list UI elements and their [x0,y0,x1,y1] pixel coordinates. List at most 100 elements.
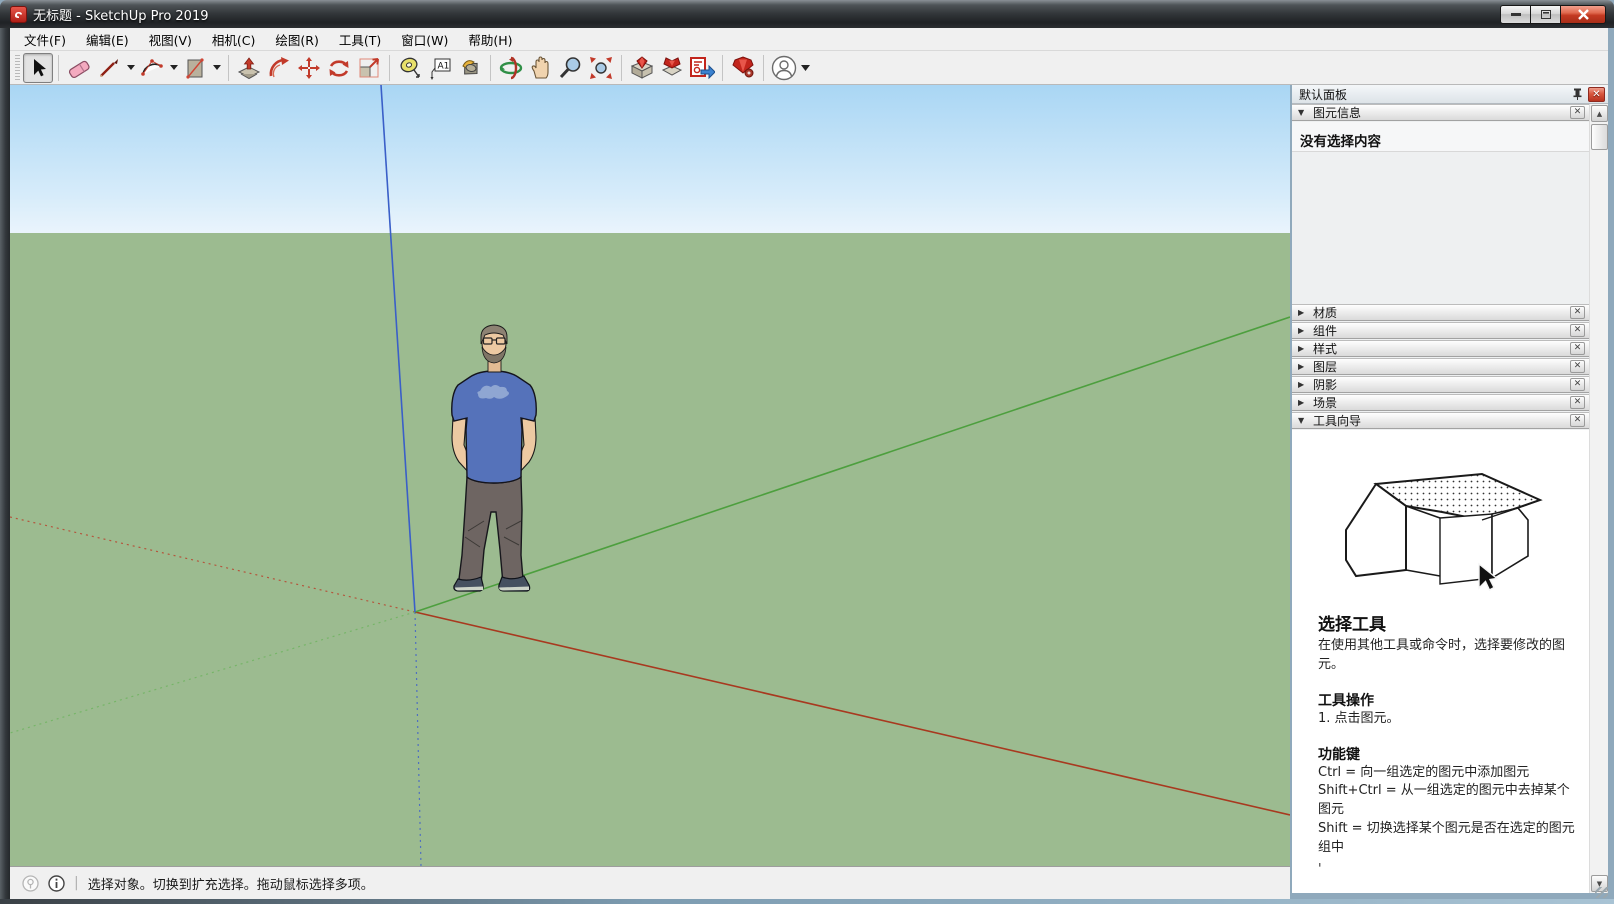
panel-scrollbar[interactable]: ▲ ▼ [1589,104,1608,893]
paint-bucket-tool-button[interactable] [455,53,485,83]
maximize-button[interactable] [1530,5,1560,24]
section-close-button[interactable]: ✕ [1570,306,1585,319]
text-icon: A1 [428,56,452,80]
account-button[interactable] [769,53,799,83]
tray-close-button[interactable]: ✕ [1588,87,1605,102]
tray-title: 默认面板 [1299,86,1569,103]
select-arrow-icon [28,58,48,78]
info-icon[interactable] [48,875,65,892]
arc-tool-button[interactable] [137,53,167,83]
toolbar-separator [722,55,723,81]
instructor-key-line: Shift = 切换选择某个图元是否在选定的图元组中 [1318,820,1577,858]
rectangle-tool-button[interactable] [180,53,210,83]
account-dropdown[interactable] [799,53,812,83]
section-close-button[interactable]: ✕ [1570,414,1585,427]
instructor-illustration [1332,456,1550,596]
section-entity-info[interactable]: ▼ 图元信息 ✕ [1292,104,1589,121]
move-icon [297,56,321,80]
menu-window[interactable]: 窗口(W) [391,27,458,52]
section-close-button[interactable]: ✕ [1570,342,1585,355]
section-close-button[interactable]: ✕ [1570,396,1585,409]
close-button[interactable] [1560,5,1606,24]
section-layers[interactable]: ▶ 图层 ✕ [1292,358,1589,375]
section-styles[interactable]: ▶ 样式 ✕ [1292,340,1589,357]
chevron-down-icon [170,65,178,70]
menu-edit[interactable]: 编辑(E) [76,27,139,52]
scroll-thumb[interactable] [1591,124,1608,150]
menu-file[interactable]: 文件(F) [14,27,76,52]
get-models-icon [660,56,684,80]
resize-grip[interactable] [1595,887,1608,898]
instructor-operations-heading: 工具操作 [1318,690,1577,710]
move-tool-button[interactable] [294,53,324,83]
instructor-text: 选择工具 在使用其他工具或命令时，选择要修改的图元。 工具操作 1. 点击图元。… [1292,596,1589,877]
maximize-icon [1541,10,1551,19]
arc-tool-dropdown[interactable] [167,53,180,83]
push-pull-tool-button[interactable] [234,53,264,83]
3d-warehouse-icon [630,56,654,80]
toolbar-separator [58,55,59,81]
3d-warehouse-button[interactable] [627,53,657,83]
expand-arrow-icon: ▶ [1298,380,1307,389]
instructor-operation-step: 1. 点击图元。 [1318,710,1577,729]
send-to-layout-button[interactable] [687,53,717,83]
scale-icon [357,56,381,80]
scale-tool-button[interactable] [354,53,384,83]
pencil-icon [98,57,120,79]
expand-arrow-icon: ▶ [1298,344,1307,353]
get-models-button[interactable] [657,53,687,83]
account-icon [771,55,797,81]
section-shadows[interactable]: ▶ 阴影 ✕ [1292,376,1589,393]
entity-info-empty-area [1292,152,1589,304]
extension-warehouse-button[interactable] [728,53,758,83]
section-close-button[interactable]: ✕ [1570,360,1585,373]
rotate-icon [327,56,351,80]
status-bar: | 选择对象。切换到扩充选择。拖动鼠标选择多项。 [10,866,1290,899]
menu-view[interactable]: 视图(V) [139,27,202,52]
menu-camera[interactable]: 相机(C) [202,27,265,52]
section-components[interactable]: ▶ 组件 ✕ [1292,322,1589,339]
follow-me-icon [267,56,291,80]
rectangle-tool-dropdown[interactable] [210,53,223,83]
select-tool-button[interactable] [23,53,53,83]
eraser-tool-button[interactable] [64,53,94,83]
section-close-button[interactable]: ✕ [1570,378,1585,391]
menu-draw[interactable]: 绘图(R) [265,27,328,52]
text-tool-button[interactable]: A1 [425,53,455,83]
toolbar-separator [490,55,491,81]
section-scenes[interactable]: ▶ 场景 ✕ [1292,394,1589,411]
tray-title-bar[interactable]: 默认面板 ✕ [1292,85,1608,104]
tray-body: ▼ 图元信息 ✕ 没有选择内容 ▶ 材质 ✕ ▶ 组件 ✕ ▶ 样式 ✕ [1292,104,1589,893]
menu-tools[interactable]: 工具(T) [329,27,391,52]
chevron-down-icon [127,65,135,70]
follow-me-tool-button[interactable] [264,53,294,83]
section-close-button[interactable]: ✕ [1570,106,1585,119]
scroll-up-button[interactable]: ▲ [1591,105,1608,122]
toolbar-separator [228,55,229,81]
window-bottom-border [0,899,1614,904]
send-to-layout-icon [689,56,715,80]
section-materials[interactable]: ▶ 材质 ✕ [1292,304,1589,321]
zoom-tool-button[interactable] [556,53,586,83]
pin-button[interactable] [1569,87,1585,102]
collapse-arrow-icon: ▼ [1298,108,1307,117]
line-tool-dropdown[interactable] [124,53,137,83]
zoom-extents-tool-button[interactable] [586,53,616,83]
minimize-button[interactable] [1500,5,1530,24]
model-viewport[interactable] [10,85,1290,866]
rotate-tool-button[interactable] [324,53,354,83]
orbit-tool-button[interactable] [496,53,526,83]
toolbar-drag-handle[interactable] [15,55,20,81]
tape-measure-tool-button[interactable] [395,53,425,83]
geolocation-icon[interactable] [22,875,39,892]
title-bar[interactable]: 无标题 - SketchUp Pro 2019 [0,0,1614,28]
menu-help[interactable]: 帮助(H) [458,27,522,52]
toolbar-separator [621,55,622,81]
toolbar-separator [389,55,390,81]
section-instructor[interactable]: ▼ 工具向导 ✕ [1292,412,1589,429]
line-tool-button[interactable] [94,53,124,83]
pan-tool-button[interactable] [526,53,556,83]
sketchup-logo-icon [10,6,27,23]
section-close-button[interactable]: ✕ [1570,324,1585,337]
eraser-icon [67,57,91,79]
